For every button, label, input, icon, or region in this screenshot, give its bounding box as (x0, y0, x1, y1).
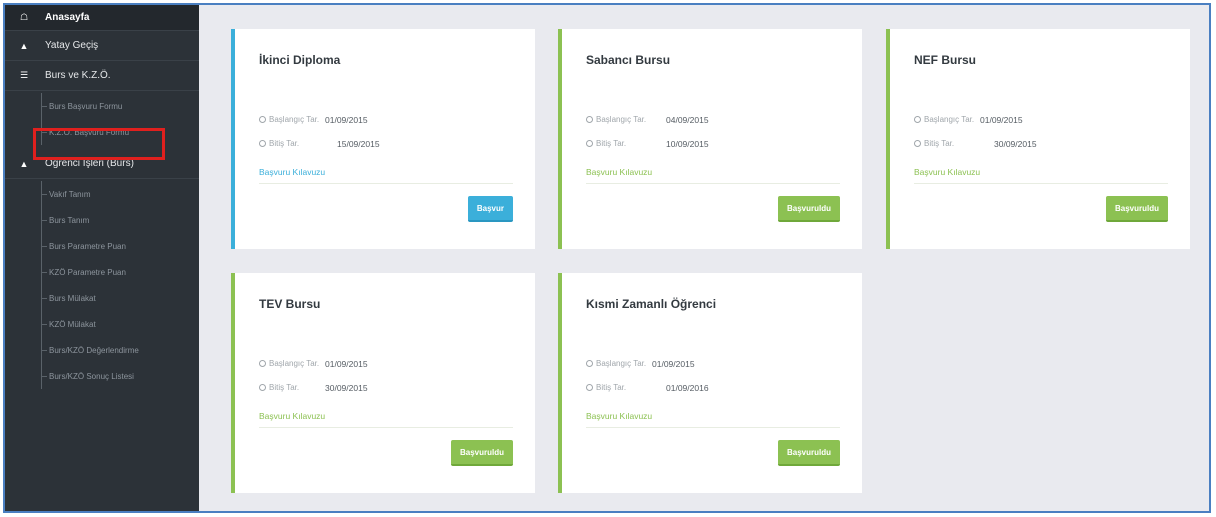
clock-icon (259, 360, 266, 367)
divider (586, 427, 840, 428)
sidebar-subitem-kzo-parametre[interactable]: KZÖ Parametre Puan (5, 259, 199, 285)
guide-link[interactable]: Başvuru Kılavuzu (259, 167, 325, 177)
guide-link[interactable]: Başvuru Kılavuzu (586, 411, 652, 421)
sidebar-item-yatay-gecis[interactable]: ▲ Yatay Geçiş (5, 31, 199, 61)
applied-button[interactable]: Başvuruldu (1105, 196, 1168, 222)
card-sabanci-bursu: Sabancı Bursu Başlangıç Tar. 04/09/2015 B… (558, 29, 862, 249)
sidebar-item-label: Yatay Geçiş (45, 40, 99, 51)
clock-icon (586, 360, 593, 367)
card-tev-bursu: TEV Bursu Başlangıç Tar. 01/09/2015 Bitiş… (231, 273, 535, 493)
end-date-row: Bitiş Tar. 10/09/2015 (586, 139, 709, 149)
divider (586, 183, 840, 184)
card-title: İkinci Diploma (259, 53, 341, 67)
divider (259, 427, 513, 428)
guide-link[interactable]: Başvuru Kılavuzu (259, 411, 325, 421)
ogrenci-submenu: Vakıf Tanım Burs Tanım Burs Parametre Pu… (5, 179, 199, 393)
applied-button[interactable]: Başvuruldu (777, 440, 840, 466)
sidebar-subitem-degerlendirme[interactable]: Burs/KZÖ Değerlendirme (5, 337, 199, 363)
card-nef-bursu: NEF Bursu Başlangıç Tar. 01/09/2015 Bitiş… (886, 29, 1190, 249)
card-title: Kısmi Zamanlı Öğrenci (586, 297, 717, 311)
user-icon: ▲ (19, 40, 29, 51)
sidebar-subitem-burs-basvuru[interactable]: Burs Başvuru Formu (5, 93, 199, 119)
start-date-row: Başlangıç Tar. 01/09/2015 (586, 359, 695, 369)
end-date-row: Bitiş Tar. 01/09/2016 (586, 383, 709, 393)
app-frame: ☖ Anasayfa ▲ Yatay Geçiş ☰ Burs ve K.Z.Ö… (3, 3, 1211, 513)
apply-button[interactable]: Başvur (467, 196, 513, 222)
clock-icon (259, 140, 266, 147)
sidebar-subitem-kzo-mulakat[interactable]: KZÖ Mülakat (5, 311, 199, 337)
applied-button[interactable]: Başvuruldu (777, 196, 840, 222)
sidebar-item-anasayfa[interactable]: ☖ Anasayfa (5, 5, 199, 31)
applied-button[interactable]: Başvuruldu (450, 440, 513, 466)
sidebar: ☖ Anasayfa ▲ Yatay Geçiş ☰ Burs ve K.Z.Ö… (5, 5, 199, 511)
list-icon: ☰ (19, 70, 29, 80)
clock-icon (586, 384, 593, 391)
home-icon: ☖ (19, 12, 29, 22)
card-ikinci-diploma: İkinci Diploma Başlangıç Tar. 01/09/2015 … (231, 29, 535, 249)
clock-icon (259, 384, 266, 391)
sidebar-item-label: Burs ve K.Z.Ö. (45, 70, 111, 81)
card-kismi-zamanli: Kısmi Zamanlı Öğrenci Başlangıç Tar. 01/0… (558, 273, 862, 493)
clock-icon (914, 116, 921, 123)
card-title: NEF Bursu (914, 53, 977, 67)
card-title: Sabancı Bursu (586, 53, 671, 67)
sidebar-subitem-sonuc-listesi[interactable]: Burs/KZÖ Sonuç Listesi (5, 363, 199, 389)
user-icon: ▲ (19, 158, 29, 169)
end-date-row: Bitiş Tar. 30/09/2015 (914, 139, 1037, 149)
card-title: TEV Bursu (259, 297, 321, 311)
guide-link[interactable]: Başvuru Kılavuzu (914, 167, 980, 177)
sidebar-subitem-burs-tanim[interactable]: Burs Tanım (5, 207, 199, 233)
clock-icon (586, 116, 593, 123)
divider (259, 183, 513, 184)
clock-icon (259, 116, 266, 123)
end-date-row: Bitiş Tar. 15/09/2015 (259, 139, 380, 149)
start-date-row: Başlangıç Tar. 01/09/2015 (259, 115, 368, 125)
end-date-row: Bitiş Tar. 30/09/2015 (259, 383, 368, 393)
clock-icon (914, 140, 921, 147)
clock-icon (586, 140, 593, 147)
sidebar-subitem-burs-parametre[interactable]: Burs Parametre Puan (5, 233, 199, 259)
start-date-row: Başlangıç Tar. 01/09/2015 (259, 359, 368, 369)
sidebar-subitem-burs-mulakat[interactable]: Burs Mülakat (5, 285, 199, 311)
guide-link[interactable]: Başvuru Kılavuzu (586, 167, 652, 177)
start-date-row: Başlangıç Tar. 04/09/2015 (586, 115, 709, 125)
divider (914, 183, 1168, 184)
start-date-row: Başlangıç Tar. 01/09/2015 (914, 115, 1023, 125)
highlight-box (33, 128, 165, 160)
sidebar-subitem-vakif-tanim[interactable]: Vakıf Tanım (5, 181, 199, 207)
sidebar-item-burs-kzo[interactable]: ☰ Burs ve K.Z.Ö. (5, 61, 199, 91)
sidebar-item-label: Anasayfa (45, 12, 90, 23)
